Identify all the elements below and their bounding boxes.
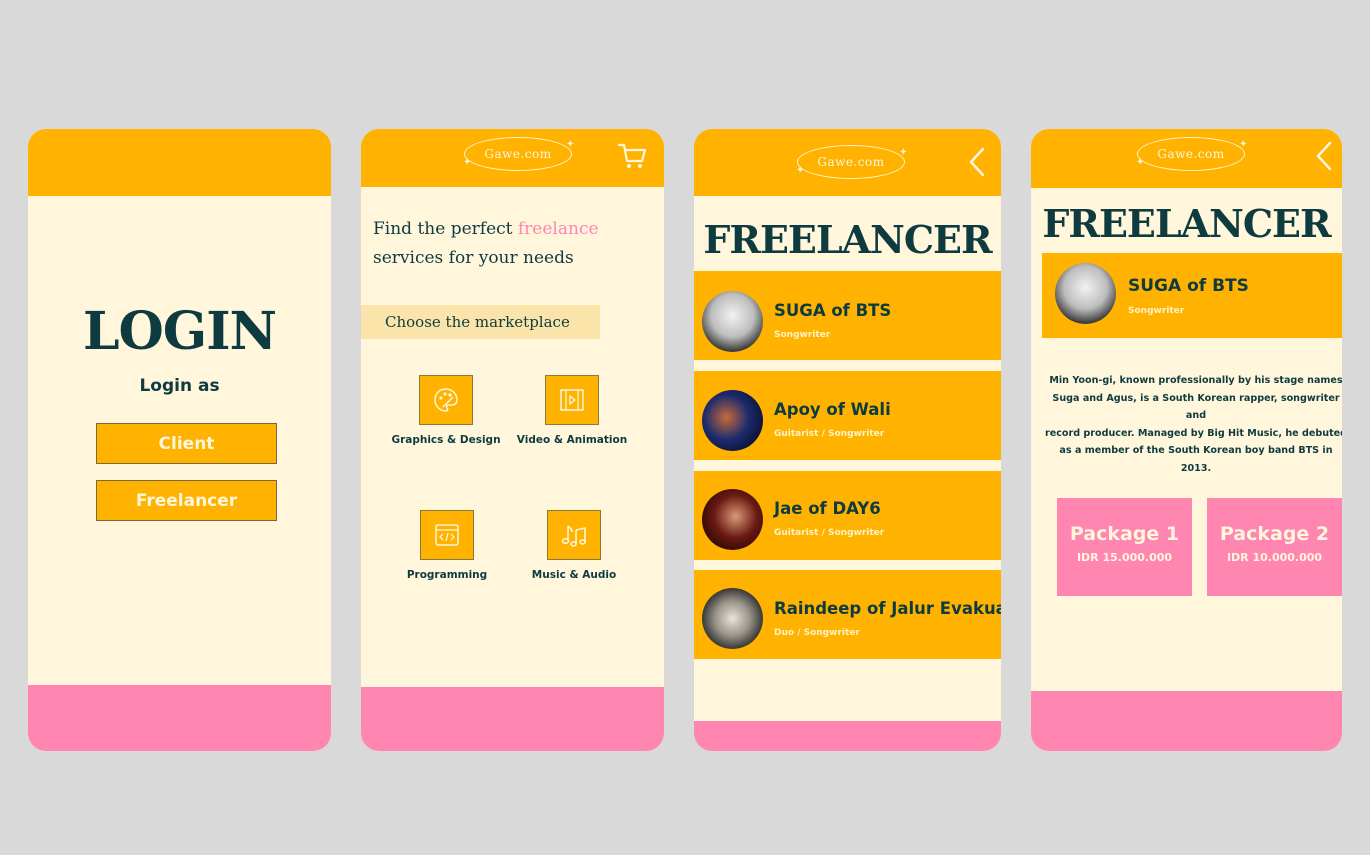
freelancer-role: Guitarist / Songwriter	[774, 429, 885, 439]
avatar	[702, 390, 763, 451]
top-bar	[28, 129, 331, 196]
freelancer-name: Raindeep of Jalur Evakuasi	[774, 599, 1001, 618]
marketplace-screen: Gawe.com ✦ ✦ Find the perfect freelance …	[361, 129, 664, 751]
sparkle-icon: ✦	[1239, 139, 1248, 150]
package-2-card[interactable]: Package 2 IDR 10.000.000	[1207, 498, 1342, 596]
login-as-label: Login as	[139, 376, 220, 396]
chevron-left-icon[interactable]	[1315, 141, 1333, 171]
freelancer-role: Duo / Songwriter	[774, 628, 860, 638]
freelancer-name: Jae of DAY6	[774, 499, 881, 518]
logo-text: Gawe.com	[1157, 147, 1225, 161]
freelancer-list-screen: Gawe.com ✦ ✦ FREELANCER SUGA of BTS Song…	[694, 129, 1001, 751]
freelancer-role: Guitarist / Songwriter	[774, 528, 885, 538]
cart-icon[interactable]	[617, 141, 647, 171]
bottom-bar	[361, 687, 664, 751]
bottom-bar	[28, 685, 331, 751]
profile-card: SUGA of BTS Songwriter	[1042, 253, 1342, 338]
top-bar: Gawe.com ✦ ✦	[1031, 129, 1342, 188]
choose-marketplace-label: Choose the marketplace	[361, 305, 600, 339]
bottom-bar	[1031, 691, 1342, 751]
login-screen: LOGIN Login as Client Freelancer	[28, 129, 331, 751]
headline-part2: services for your needs	[373, 248, 574, 268]
list-item[interactable]: Apoy of Wali Guitarist / Songwriter	[694, 371, 1001, 460]
package-price: IDR 15.000.000	[1076, 551, 1173, 564]
bio-line: record producer. Managed by Big Hit Musi…	[1044, 427, 1342, 439]
avatar	[702, 588, 763, 649]
page-title: FREELANCER	[1042, 201, 1331, 246]
freelancer-name: Apoy of Wali	[774, 400, 891, 419]
page-title: FREELANCER	[703, 217, 992, 262]
sparkle-icon: ✦	[566, 139, 575, 150]
freelancer-name: SUGA of BTS	[774, 301, 892, 320]
list-item[interactable]: Raindeep of Jalur Evakuasi Duo / Songwri…	[694, 570, 1001, 659]
freelancer-detail-screen: Gawe.com ✦ ✦ FREELANCER SUGA of BTS Song…	[1031, 129, 1342, 751]
page-title: LOGIN	[82, 301, 277, 362]
logo[interactable]: Gawe.com ✦ ✦	[463, 137, 575, 171]
sparkle-icon: ✦	[1136, 157, 1145, 168]
sparkle-icon: ✦	[796, 165, 805, 176]
code-icon	[435, 524, 459, 546]
freelancer-role: Songwriter	[774, 330, 831, 340]
package-name: Package 2	[1219, 523, 1330, 545]
logo[interactable]: Gawe.com ✦ ✦	[796, 145, 908, 179]
freelancer-role: Songwriter	[1128, 306, 1185, 316]
headline-part1: Find the perfect	[373, 219, 518, 239]
category-label: Programming	[406, 569, 488, 581]
logo-text: Gawe.com	[484, 147, 552, 161]
top-bar: Gawe.com ✦ ✦	[361, 129, 664, 187]
bio-line: Suga and Agus, is a South Korean rapper,…	[1052, 392, 1340, 422]
sparkle-icon: ✦	[899, 147, 908, 158]
package-1-card[interactable]: Package 1 IDR 15.000.000	[1057, 498, 1192, 596]
package-price: IDR 10.000.000	[1226, 551, 1323, 564]
bio-line: Min Yoon-gi, known professionally by his…	[1049, 375, 1342, 386]
headline-highlight: freelance	[517, 219, 599, 239]
list-item[interactable]: Jae of DAY6 Guitarist / Songwriter	[694, 471, 1001, 560]
category-label: Music & Audio	[531, 569, 617, 581]
avatar	[702, 489, 763, 550]
palette-icon	[434, 388, 458, 412]
logo-text: Gawe.com	[817, 155, 885, 169]
top-bar: Gawe.com ✦ ✦	[694, 129, 1001, 196]
list-item[interactable]: SUGA of BTS Songwriter	[694, 271, 1001, 360]
category-graphics-design[interactable]: Graphics & Design	[381, 375, 511, 446]
music-icon	[561, 525, 586, 547]
package-name: Package 1	[1069, 523, 1180, 545]
logo[interactable]: Gawe.com ✦ ✦	[1136, 137, 1248, 171]
headline: Find the perfect freelance services for …	[373, 215, 653, 273]
category-label: Graphics & Design	[391, 434, 501, 446]
chevron-left-icon[interactable]	[968, 147, 986, 177]
freelancer-name: SUGA of BTS	[1128, 276, 1249, 296]
category-video-animation[interactable]: Video & Animation	[507, 375, 637, 446]
bottom-bar	[694, 721, 1001, 751]
freelancer-bio: Min Yoon-gi, known professionally by his…	[1043, 372, 1342, 477]
avatar	[1055, 263, 1116, 324]
avatar	[702, 291, 763, 352]
sparkle-icon: ✦	[463, 157, 472, 168]
client-button[interactable]: Client	[96, 423, 277, 464]
bio-line: as a member of the South Korean boy band…	[1059, 445, 1333, 474]
category-programming[interactable]: Programming	[382, 510, 512, 581]
freelancer-button[interactable]: Freelancer	[96, 480, 277, 521]
video-icon	[560, 389, 584, 411]
category-music-audio[interactable]: Music & Audio	[509, 510, 639, 581]
category-label: Video & Animation	[516, 434, 628, 446]
